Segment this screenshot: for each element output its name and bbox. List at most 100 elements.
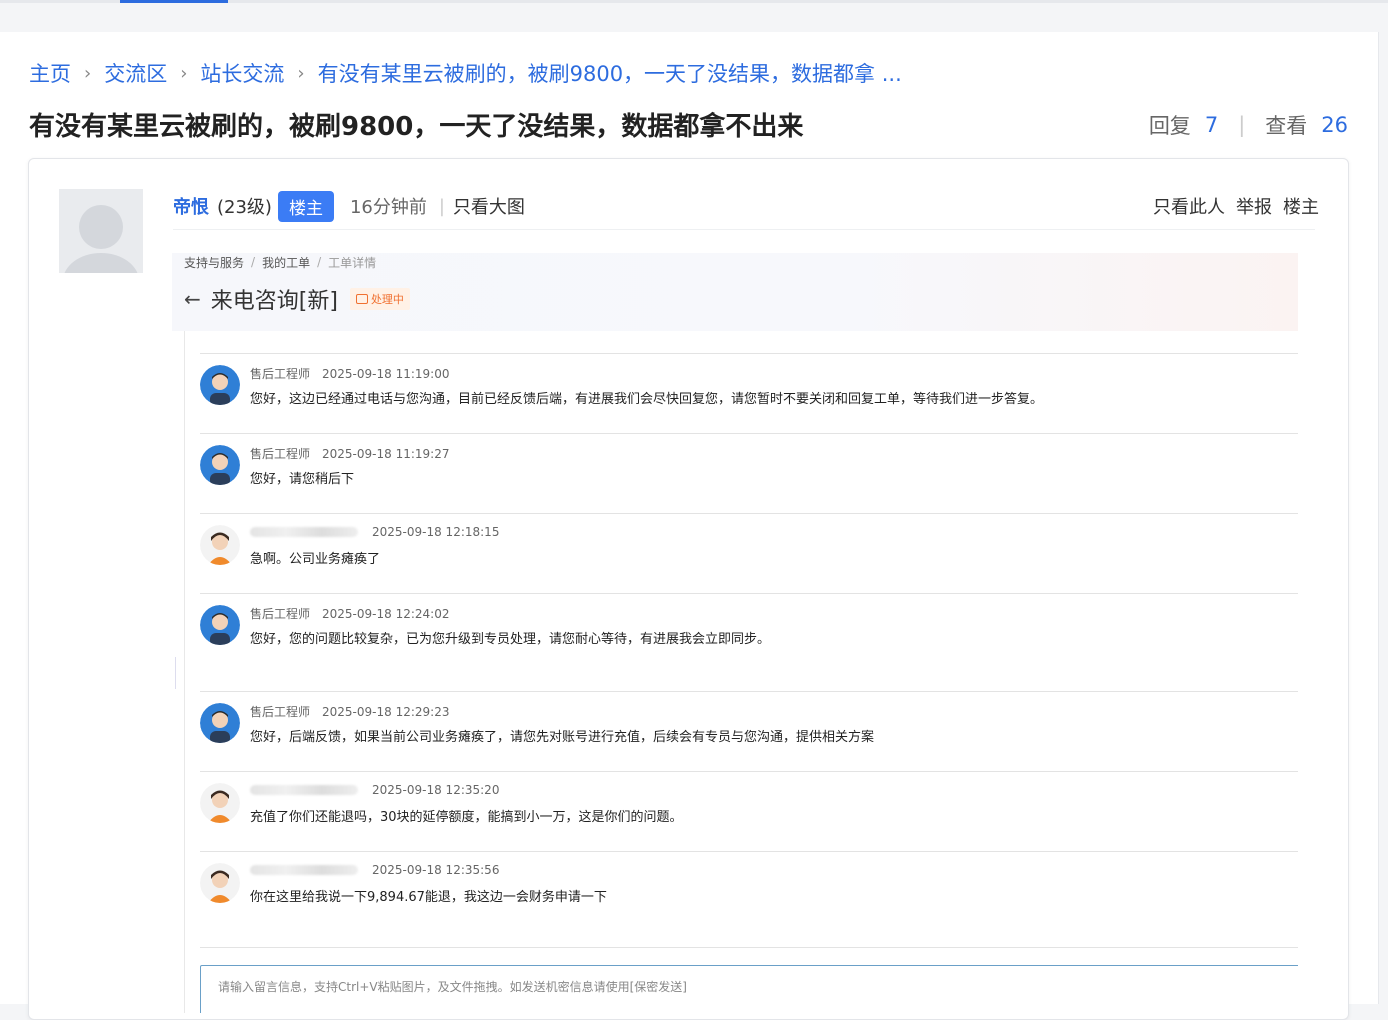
ticket-title-row: ← 来电咨询[新] 处理中 xyxy=(184,283,410,315)
message-input: 请输入留言信息，支持Ctrl+V粘贴图片，及文件拖拽。如发送机密信息请使用[保密… xyxy=(200,965,1298,1013)
header-divider-line xyxy=(173,229,1315,230)
message-divider xyxy=(200,851,1298,852)
default-user-icon xyxy=(59,189,143,273)
message-meta: 2025-09-18 12:35:56 xyxy=(250,863,499,877)
header-divider: | xyxy=(438,195,445,217)
blurred-sender-name xyxy=(250,527,358,537)
message-text: 您好，这边已经通过电话与您沟通，目前已经反馈后端，有进展我们会尽快回复您，请您暂… xyxy=(250,392,1044,407)
ticket-breadcrumb: 支持与服务 / 我的工单 / 工单详情 xyxy=(184,253,376,271)
blurred-sender-name xyxy=(250,785,358,795)
ticket-message: 2025-09-18 12:35:56 你在这里给我说一下9,894.67能退，我… xyxy=(200,857,1290,917)
breadcrumb-board[interactable]: 站长交流 xyxy=(200,58,284,88)
post-card: 帝恨 (23级) 楼主 16分钟前 | 只看大图 只看此人 举报 楼主 支持与服… xyxy=(28,158,1349,1020)
thread-title: 有没有某里云被刷的，被刷9800，一天了没结果，数据都拿不出来 xyxy=(29,112,804,142)
message-divider xyxy=(200,353,1298,354)
ticket-message: 2025-09-18 12:35:20 充值了你们还能退吗，30块的延停额度，能搞… xyxy=(200,777,1290,837)
only-this-user-link[interactable]: 只看此人 xyxy=(1153,193,1225,219)
message-text: 你在这里给我说一下9,894.67能退，我这边一会财务申请一下 xyxy=(250,890,607,905)
back-arrow-icon: ← xyxy=(184,287,201,311)
message-time: 2025-09-18 11:19:27 xyxy=(322,446,450,461)
message-text: 充值了你们还能退吗，30块的延停额度，能搞到小一万，这是你们的问题。 xyxy=(250,810,683,825)
message-meta: 售后工程师 2025-09-18 12:29:23 xyxy=(250,703,449,720)
engineer-avatar-icon xyxy=(200,703,240,743)
view-label: 查看 xyxy=(1265,114,1308,138)
post-time: 16分钟前 xyxy=(349,197,427,218)
blurred-sender-name xyxy=(250,865,358,875)
message-divider xyxy=(200,513,1298,514)
engineer-avatar-icon xyxy=(200,365,240,405)
engineer-avatar-icon xyxy=(200,445,240,485)
report-link[interactable]: 举报 xyxy=(1236,193,1272,219)
ticket-breadcrumb-item: 支持与服务 xyxy=(184,255,245,270)
chevron-right-icon: › xyxy=(84,62,92,84)
ticket-breadcrumb-item: 我的工单 xyxy=(262,255,311,270)
ticket-message: 售后工程师 2025-09-18 11:19:27 您好，请您稍后下 xyxy=(200,439,1290,499)
chevron-right-icon: › xyxy=(297,62,305,84)
message-divider xyxy=(200,593,1298,594)
sender-name: 售后工程师 xyxy=(250,367,311,381)
ticket-message: 售后工程师 2025-09-18 12:24:02 您好，您的问题比较复杂，已为您升… xyxy=(200,599,1290,659)
user-avatar-icon xyxy=(200,783,240,823)
reply-label: 回复 xyxy=(1148,114,1191,138)
active-nav-indicator xyxy=(120,0,228,3)
host-link[interactable]: 楼主 xyxy=(1283,193,1319,219)
message-meta: 2025-09-18 12:35:20 xyxy=(250,783,499,797)
message-meta: 售后工程师 2025-09-18 12:24:02 xyxy=(250,605,449,622)
message-meta: 2025-09-18 12:18:15 xyxy=(250,525,499,539)
message-text: 您好，您的问题比较复杂，已为您升级到专员处理，请您耐心等待，有进展我会立即同步。 xyxy=(250,632,771,647)
user-avatar-icon xyxy=(200,863,240,903)
author-level: (23级) xyxy=(217,197,272,218)
page-scrollbar[interactable] xyxy=(1378,32,1388,1004)
message-time: 2025-09-18 12:35:56 xyxy=(372,863,500,877)
stats-divider: | xyxy=(1238,113,1246,137)
chevron-right-icon: › xyxy=(180,62,188,84)
message-time: 2025-09-18 12:29:23 xyxy=(322,704,450,719)
post-header: 帝恨 (23级) 楼主 16分钟前 | 只看大图 xyxy=(173,190,525,222)
message-divider xyxy=(200,947,1298,948)
message-time: 2025-09-18 12:35:20 xyxy=(372,783,500,797)
attached-screenshot[interactable]: 支持与服务 / 我的工单 / 工单详情 ← 来电咨询[新] 处理中 售后工程师 2… xyxy=(172,253,1298,1013)
sender-name: 售后工程师 xyxy=(250,705,311,719)
message-meta: 售后工程师 2025-09-18 11:19:27 xyxy=(250,445,449,462)
message-divider xyxy=(200,771,1298,772)
message-divider xyxy=(200,433,1298,434)
message-text: 您好，请您稍后下 xyxy=(250,472,355,487)
ticket-title: 来电咨询[新] xyxy=(210,289,338,314)
avatar[interactable] xyxy=(59,189,143,273)
message-time: 2025-09-18 12:24:02 xyxy=(322,606,450,621)
breadcrumb: 主页 › 交流区 › 站长交流 › 有没有某里云被刷的，被刷9800，一天了没结… xyxy=(29,58,902,88)
status-text: 处理中 xyxy=(370,293,404,306)
message-input-placeholder: 请输入留言信息，支持Ctrl+V粘贴图片，及文件拖拽。如发送机密信息请使用[保密… xyxy=(218,980,687,994)
breadcrumb-current[interactable]: 有没有某里云被刷的，被刷9800，一天了没结果，数据都拿 ... xyxy=(318,58,902,88)
chat-icon xyxy=(355,294,368,304)
top-nav-bar xyxy=(0,0,1388,32)
message-text: 急啊。公司业务瘫痪了 xyxy=(250,552,381,567)
message-text: 您好，后端反馈，如果当前公司业务瘫痪了，请您先对账号进行充值，后续会有专员与您沟… xyxy=(250,730,875,745)
author-name[interactable]: 帝恨 xyxy=(173,193,209,219)
message-time: 2025-09-18 11:19:00 xyxy=(322,366,450,381)
host-badge: 楼主 xyxy=(277,190,334,222)
thread-stats: 回复 7 | 查看 26 xyxy=(1149,110,1348,140)
ticket-breadcrumb-item: 工单详情 xyxy=(328,255,377,270)
message-time: 2025-09-18 12:18:15 xyxy=(372,525,500,539)
user-avatar-icon xyxy=(200,525,240,565)
post-actions: 只看此人 举报 楼主 xyxy=(1142,191,1319,221)
ticket-header: 支持与服务 / 我的工单 / 工单详情 ← 来电咨询[新] 处理中 xyxy=(172,253,1298,331)
engineer-avatar-icon xyxy=(200,605,240,645)
view-count: 26 xyxy=(1321,113,1348,137)
ticket-left-border xyxy=(184,331,185,1013)
breadcrumb-forum[interactable]: 交流区 xyxy=(104,58,167,88)
message-meta: 售后工程师 2025-09-18 11:19:00 xyxy=(250,365,449,382)
only-big-images-link[interactable]: 只看大图 xyxy=(453,193,525,219)
slash-separator: / xyxy=(251,255,256,269)
ticket-left-mark xyxy=(175,657,176,689)
ticket-message: 售后工程师 2025-09-18 11:19:00 您好，这边已经通过电话与您沟通，… xyxy=(200,359,1290,419)
slash-separator: / xyxy=(317,255,322,269)
breadcrumb-home[interactable]: 主页 xyxy=(29,58,71,88)
sender-name: 售后工程师 xyxy=(250,447,311,461)
status-badge: 处理中 xyxy=(349,288,410,310)
sender-name: 售后工程师 xyxy=(250,607,311,621)
reply-count: 7 xyxy=(1204,113,1219,137)
ticket-message: 2025-09-18 12:18:15 急啊。公司业务瘫痪了 xyxy=(200,519,1290,579)
ticket-message: 售后工程师 2025-09-18 12:29:23 您好，后端反馈，如果当前公司业务… xyxy=(200,697,1290,757)
